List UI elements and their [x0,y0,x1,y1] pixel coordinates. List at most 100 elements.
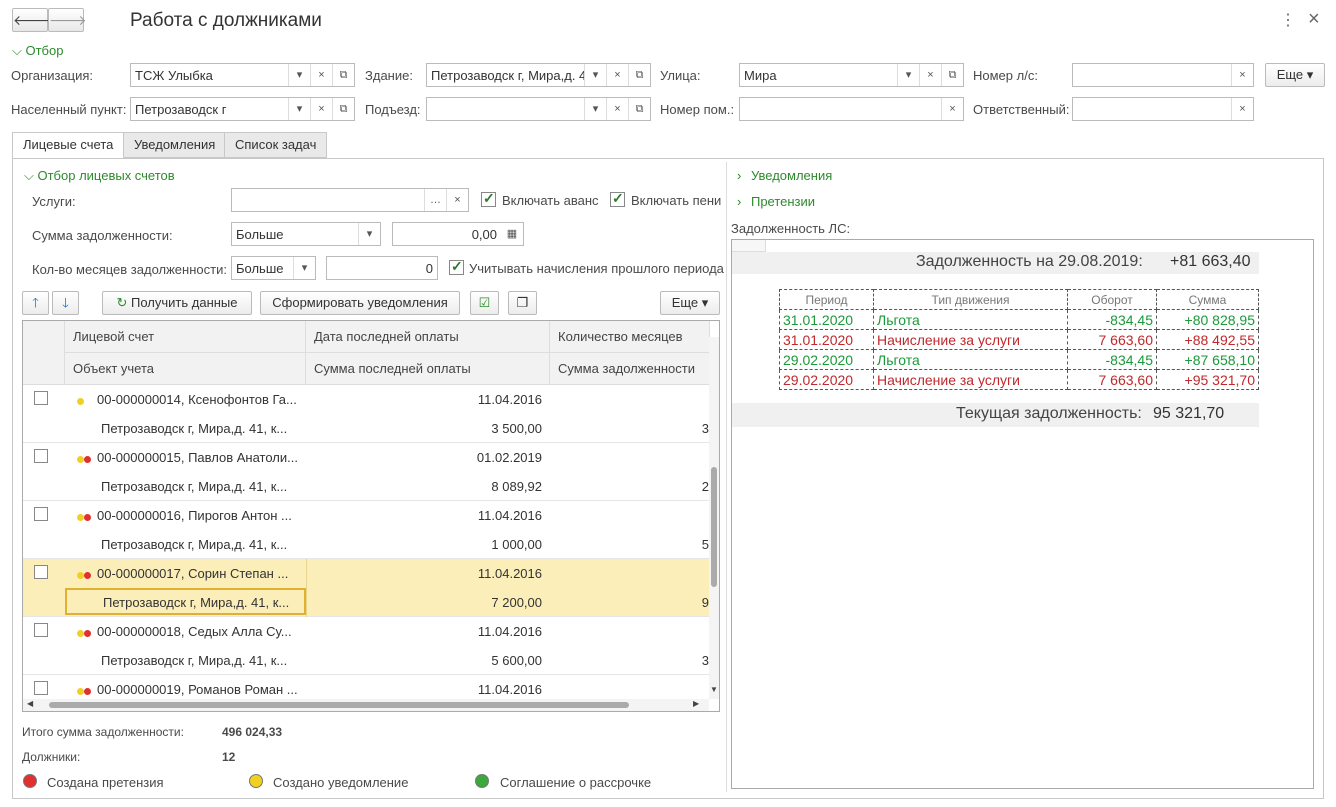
red-dot-icon [84,572,91,579]
header-last-payment-sum[interactable]: Сумма последней оплаты [306,353,550,385]
consider-past-checkbox[interactable] [449,258,464,275]
more-actions-icon[interactable]: ⋮ [1280,10,1296,30]
movement-sum: +80 828,95 [1156,309,1259,330]
services-label: Услуги: [32,194,76,209]
building-field[interactable]: Петрозаводск г, Мира,д. 41 ▾ × ⧉ [426,63,651,87]
row-checkbox[interactable] [34,391,48,405]
tab-notifications[interactable]: Уведомления [123,132,227,158]
scrollbar-thumb[interactable] [711,467,717,587]
clear-icon[interactable]: × [941,98,963,120]
clear-icon[interactable]: × [446,189,468,211]
move-up-button[interactable]: 🡑 [22,291,49,315]
close-icon[interactable]: × [1308,8,1320,31]
clear-icon[interactable]: × [1231,64,1253,86]
include-advance-checkbox[interactable] [481,190,496,207]
movement-row: 29.02.2020 Начисление за услуги 7 663,60 +9… [779,369,1259,390]
header-months[interactable]: Количество месяцев [550,321,710,353]
copy-button[interactable]: ❐ [508,291,537,315]
header-debt-sum[interactable]: Сумма задолженности [550,353,710,385]
row-checkbox[interactable] [34,449,48,463]
vertical-scrollbar[interactable]: ▼ [709,337,719,699]
forward-button[interactable]: 🡒 [48,8,87,32]
dropdown-icon[interactable]: ▾ [584,64,606,86]
object-cell: Петрозаводск г, Мира,д. 41, к... [65,588,306,615]
row-checkbox[interactable] [34,681,48,695]
table-row[interactable]: 00-000000015, Павлов Анатоли... Петрозаво… [23,443,709,501]
clear-icon[interactable]: × [1231,98,1253,120]
claims-section-toggle[interactable]: › Претензии [737,194,815,209]
clear-icon[interactable]: × [606,98,628,120]
header-last-payment-date[interactable]: Дата последней оплаты [306,321,550,353]
scroll-right-icon[interactable]: ▶ [693,699,699,708]
accounts-filter-toggle[interactable]: ⌵ Отбор лицевых счетов [24,168,175,184]
dropdown-icon[interactable]: ▾ [897,64,919,86]
grid-more-button[interactable]: Еще ▾ [660,291,720,315]
scroll-down-icon[interactable]: ▼ [710,685,718,694]
scrollbar-thumb[interactable] [49,702,629,708]
city-field[interactable]: Петрозаводск г ▾ × ⧉ [130,97,355,121]
open-icon[interactable]: ⧉ [332,98,354,120]
object-cell: Петрозаводск г, Мира,д. 41, к... [101,421,288,436]
org-field[interactable]: ТСЖ Улыбка ▾ × ⧉ [130,63,355,87]
dropdown-icon[interactable]: ▾ [584,98,606,120]
include-penalty-checkbox[interactable] [610,190,625,207]
row-checkbox[interactable] [34,507,48,521]
open-icon[interactable]: ⧉ [941,64,963,86]
entrance-field[interactable]: ▾ × ⧉ [426,97,651,121]
months-operator-select[interactable]: Больше ▾ [231,256,316,280]
status-dots [77,625,91,640]
notifications-section-toggle[interactable]: › Уведомления [737,168,832,183]
tab-accounts[interactable]: Лицевые счета [12,132,125,159]
dropdown-icon[interactable]: ▾ [358,223,380,245]
clear-icon[interactable]: × [310,64,332,86]
dropdown-icon[interactable]: ▾ [288,64,310,86]
header-account[interactable]: Лицевой счет [65,321,306,353]
table-row[interactable]: 00-000000014, Ксенофонтов Га... Петрозаво… [23,385,709,443]
header-object[interactable]: Объект учета [65,353,306,385]
account-cell: 00-000000019, Романов Роман ... [97,682,298,697]
check-all-button[interactable]: ☑ [470,291,499,315]
services-field[interactable]: … × [231,188,469,212]
table-row[interactable]: 00-000000016, Пирогов Антон ... Петрозаво… [23,501,709,559]
dropdown-icon[interactable]: ▾ [293,257,315,279]
row-checkbox[interactable] [34,565,48,579]
dropdown-icon[interactable]: ▾ [288,98,310,120]
table-row[interactable]: 00-000000017, Сорин Степан ... Петрозавод… [23,559,709,617]
yellow-dot-icon [77,456,84,463]
open-icon[interactable]: ⧉ [628,98,650,120]
responsible-field[interactable]: × [1072,97,1254,121]
back-button[interactable]: 🡐 [12,8,51,32]
red-dot-icon [84,514,91,521]
current-debt-row: Текущая задолженность: 95 321,70 [732,403,1259,427]
row-checkbox[interactable] [34,623,48,637]
form-notifications-button[interactable]: Сформировать уведомления [260,291,460,315]
street-field[interactable]: Мира ▾ × ⧉ [739,63,964,87]
movement-period: 29.02.2020 [779,349,874,370]
filter-toggle[interactable]: ⌵ Отбор [12,43,63,59]
col-sum: Сумма [1156,289,1259,310]
clear-icon[interactable]: × [310,98,332,120]
move-down-button[interactable]: 🡓 [52,291,79,315]
account-number-field[interactable]: × [1072,63,1254,87]
scroll-left-icon[interactable]: ◀ [27,699,33,708]
get-data-button[interactable]: ↻ Получить данные [102,291,252,315]
filter-more-button[interactable]: Еще ▾ [1265,63,1325,87]
room-field[interactable]: × [739,97,964,121]
open-icon[interactable]: ⧉ [332,64,354,86]
tab-tasks[interactable]: Список задач [224,132,328,158]
accounts-table: Лицевой счет Объект учета Дата последней… [22,320,720,712]
horizontal-scrollbar[interactable]: ◀ ▶ [23,699,709,711]
table-row[interactable]: 00-000000018, Седых Алла Су... Петрозавод… [23,617,709,675]
debt-sum-label: Сумма задолженности: [32,228,173,243]
clear-icon[interactable]: × [919,64,941,86]
debt-sum-operator-select[interactable]: Больше ▾ [231,222,381,246]
last-payment-date-cell: 11.04.2016 [477,682,542,697]
debt-sum-input[interactable]: 0,00 ▦ [392,222,524,246]
open-icon[interactable]: ⧉ [628,64,650,86]
clear-icon[interactable]: × [606,64,628,86]
months-input[interactable]: 0 [326,256,438,280]
calculator-icon[interactable]: ▦ [501,223,523,245]
table-row[interactable]: 00-000000019, Романов Роман ... 11.04.201… [23,675,709,699]
col-period: Период [779,289,874,310]
choose-icon[interactable]: … [424,189,446,211]
